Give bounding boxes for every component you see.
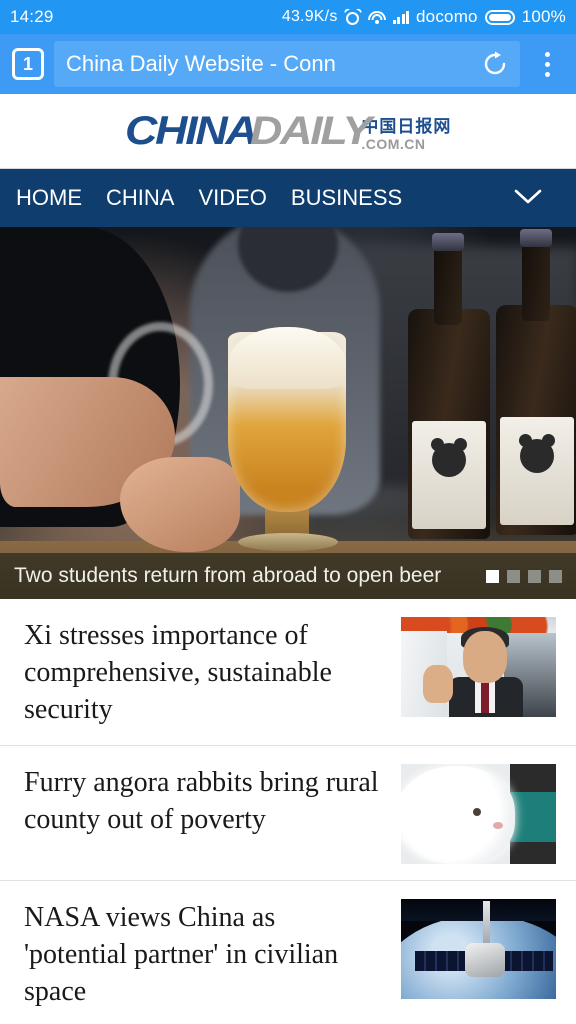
logo-chinese-text: 中国日报网 [361,117,452,136]
battery-percent-label: 100% [521,7,566,26]
carousel-dot-4[interactable] [549,569,562,583]
chevron-down-icon[interactable] [508,184,560,213]
battery-full-icon [484,9,515,25]
nav-item-business[interactable]: BUSINESS [291,185,402,211]
cellular-signal-icon [392,10,410,24]
carousel-dots[interactable] [486,569,562,583]
carrier-label: docomo [416,7,478,26]
url-bar[interactable]: China Daily Website - Conn [54,41,520,87]
reload-icon[interactable] [482,51,508,77]
hero-caption-bar: Two students return from abroad to open … [0,553,576,599]
nav-item-home[interactable]: HOME [16,185,82,211]
article-item[interactable]: Xi stresses importance of comprehensive,… [0,599,576,746]
tab-counter-button[interactable]: 1 [12,48,44,80]
status-clock: 14:29 [10,7,54,26]
article-title: Xi stresses importance of comprehensive,… [24,620,332,726]
logo-china-text: CHINA [124,109,258,153]
article-title: Furry angora rabbits bring rural county … [24,766,379,835]
hero-caption-text: Two students return from abroad to open … [14,564,442,587]
network-speed-label: 43.9K/s [281,8,338,25]
hero-image [0,227,576,599]
article-title: NASA views China as 'potential partner' … [24,901,339,1008]
article-thumbnail [401,763,556,864]
article-thumbnail [401,898,556,999]
overflow-menu-icon[interactable] [530,42,564,86]
logo-daily-text: DAILY [250,109,372,153]
browser-toolbar: 1 China Daily Website - Conn [0,34,576,94]
alarm-clock-icon [342,7,363,25]
logo-secondary: 中国日报网 .COM.CN [361,118,451,151]
article-thumbnail [401,617,556,717]
carousel-dot-3[interactable] [528,569,541,583]
article-item[interactable]: NASA views China as 'potential partner' … [0,881,576,1024]
carousel-dot-1[interactable] [486,569,499,583]
china-daily-logo[interactable]: CHINA DAILY 中国日报网 .COM.CN [125,111,452,151]
nav-item-video[interactable]: VIDEO [198,185,266,211]
hero-carousel[interactable]: Two students return from abroad to open … [0,227,576,599]
logo-domain-text: .COM.CN [361,136,426,152]
status-icons: 43.9K/s docomo 100% [282,7,566,27]
carousel-dot-2[interactable] [507,569,520,583]
site-logo-bar: CHINA DAILY 中国日报网 .COM.CN [0,94,576,169]
wifi-icon [367,10,386,24]
article-item[interactable]: Furry angora rabbits bring rural county … [0,746,576,881]
url-text: China Daily Website - Conn [66,51,336,76]
status-bar: 14:29 43.9K/s docomo 100% [0,0,576,34]
nav-item-china[interactable]: CHINA [106,185,174,211]
article-list: Xi stresses importance of comprehensive,… [0,599,576,1024]
site-navigation: HOME CHINA VIDEO BUSINESS [0,169,576,227]
